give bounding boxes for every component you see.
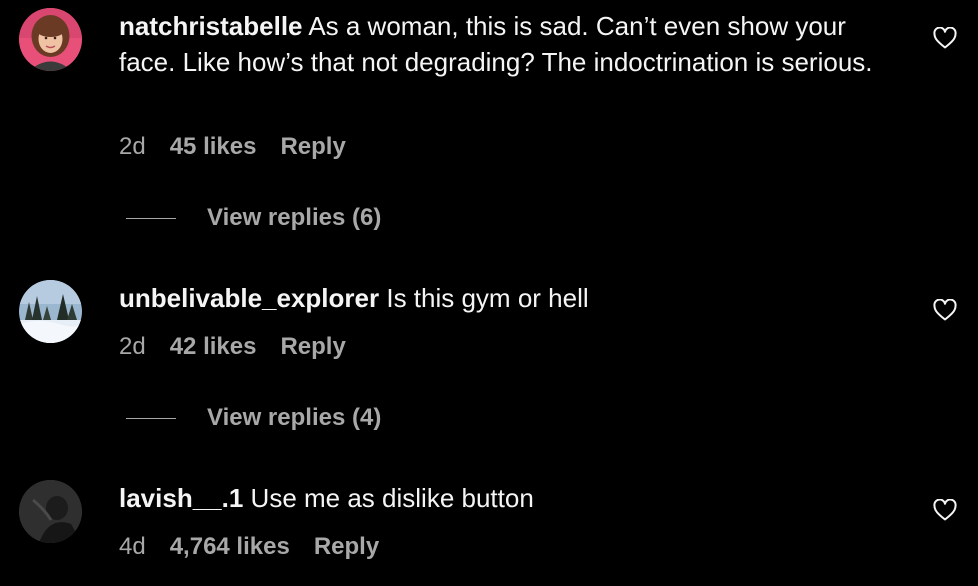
view-replies-button[interactable]: View replies (4) bbox=[126, 403, 381, 433]
comment-username[interactable]: unbelivable_explorer bbox=[119, 283, 379, 313]
reply-button[interactable]: Reply bbox=[314, 533, 379, 560]
avatar[interactable] bbox=[19, 280, 82, 343]
comment-meta: 4d 4,764 likes Reply bbox=[119, 532, 379, 562]
comment-text: lavish__.1 Use me as dislike button bbox=[119, 480, 909, 516]
comment-username[interactable]: natchristabelle bbox=[119, 11, 303, 41]
view-replies-button[interactable]: View replies (6) bbox=[126, 203, 381, 233]
comment-timestamp: 2d bbox=[119, 133, 146, 160]
avatar-snowy-trees-image bbox=[19, 280, 82, 343]
avatar-dark-image bbox=[19, 480, 82, 543]
comment-likes-count[interactable]: 42 likes bbox=[170, 333, 257, 360]
avatar[interactable] bbox=[19, 480, 82, 543]
view-replies-label: View replies (6) bbox=[207, 204, 382, 231]
comment-meta: 2d 42 likes Reply bbox=[119, 332, 346, 362]
view-replies-label: View replies (4) bbox=[207, 404, 382, 431]
comment-username[interactable]: lavish__.1 bbox=[119, 483, 243, 513]
comment-body: Is this gym or hell bbox=[386, 283, 589, 313]
comment-text: unbelivable_explorer Is this gym or hell bbox=[119, 280, 909, 316]
reply-button[interactable]: Reply bbox=[280, 133, 345, 160]
like-heart-icon[interactable] bbox=[933, 298, 957, 321]
comment-meta: 2d 45 likes Reply bbox=[119, 132, 346, 162]
like-heart-icon[interactable] bbox=[933, 26, 957, 49]
avatar-woman-image bbox=[19, 8, 82, 71]
view-replies-divider bbox=[126, 217, 176, 219]
comment-timestamp: 4d bbox=[119, 533, 146, 560]
avatar[interactable] bbox=[19, 8, 82, 71]
view-replies-divider bbox=[126, 417, 176, 419]
reply-button[interactable]: Reply bbox=[280, 333, 345, 360]
comment-likes-count[interactable]: 4,764 likes bbox=[170, 533, 290, 560]
comment-likes-count[interactable]: 45 likes bbox=[170, 133, 257, 160]
comment-body: Use me as dislike button bbox=[250, 483, 534, 513]
comment-text: natchristabelle As a woman, this is sad.… bbox=[119, 8, 909, 80]
like-heart-icon[interactable] bbox=[933, 498, 957, 521]
comment-timestamp: 2d bbox=[119, 333, 146, 360]
